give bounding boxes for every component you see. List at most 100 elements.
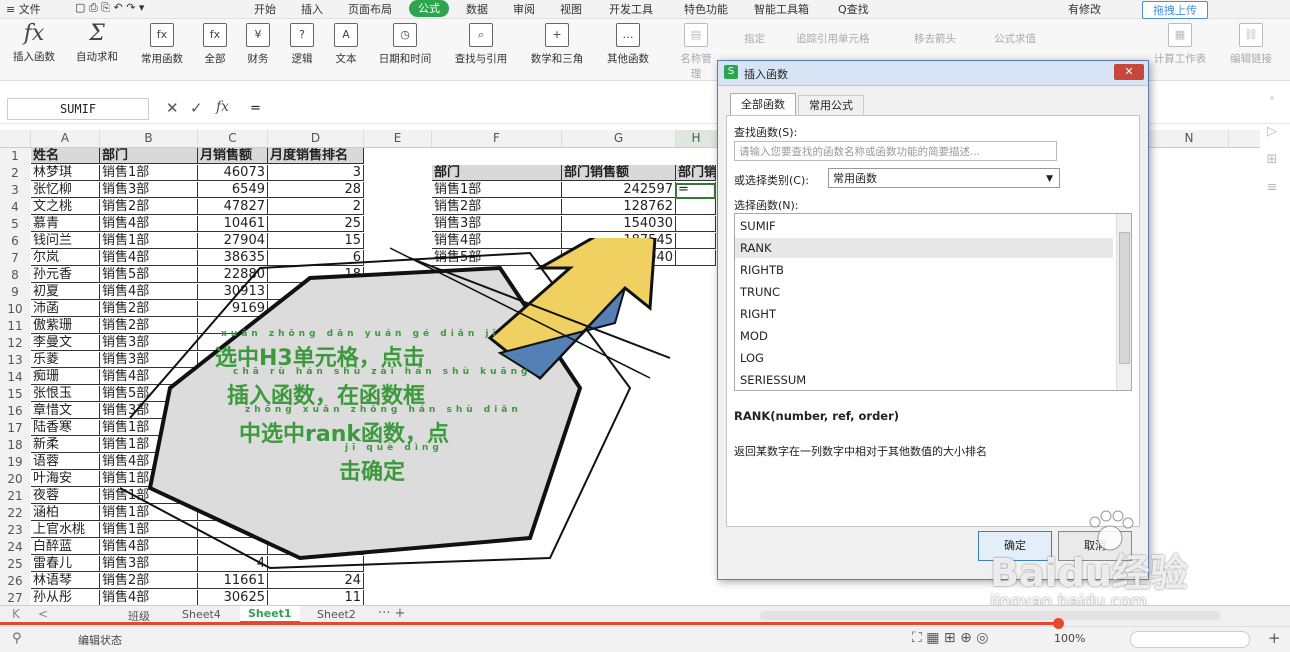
sheet-tab-sheet4[interactable]: Sheet4 bbox=[182, 608, 221, 621]
prev-sheet-icon[interactable]: < bbox=[38, 607, 48, 621]
function-item-log[interactable]: LOG bbox=[740, 351, 764, 365]
row-header[interactable]: 17 bbox=[0, 420, 30, 438]
tab-developer[interactable]: 开发工具 bbox=[609, 1, 653, 17]
row-header[interactable]: 22 bbox=[0, 505, 30, 523]
table-cell[interactable]: 叶海安 bbox=[31, 471, 100, 487]
file-menu[interactable]: ≡ 文件 bbox=[6, 1, 41, 17]
finance-button[interactable]: ¥ 财务 bbox=[240, 23, 276, 66]
table-cell[interactable]: 涵柏 bbox=[31, 505, 100, 521]
column-header-a[interactable]: A bbox=[31, 130, 100, 147]
view-mode-icons[interactable]: ⛶ ▦ ⊞ ⊕ ◎ bbox=[912, 630, 989, 646]
column-header-g[interactable]: G bbox=[562, 130, 676, 147]
table-cell[interactable]: 6549 bbox=[198, 182, 268, 198]
other-functions-button[interactable]: … 其他函数 bbox=[598, 23, 658, 66]
function-item-trunc[interactable]: TRUNC bbox=[740, 285, 780, 299]
video-progress-handle[interactable] bbox=[1053, 618, 1064, 629]
more-sheets-icon[interactable]: ··· + bbox=[378, 606, 405, 621]
side-collapse-icon[interactable]: ˄ bbox=[1262, 90, 1282, 118]
table-cell[interactable]: 尔岚 bbox=[31, 250, 100, 266]
dept-cell[interactable] bbox=[676, 216, 716, 232]
table-header-cell[interactable]: 月度销售排名 bbox=[268, 148, 364, 164]
row-header[interactable]: 3 bbox=[0, 182, 30, 200]
table-cell[interactable]: 沛菡 bbox=[31, 301, 100, 317]
tab-insert[interactable]: 插入 bbox=[301, 1, 323, 17]
row-header[interactable]: 7 bbox=[0, 250, 30, 268]
row-header[interactable]: 25 bbox=[0, 556, 30, 574]
table-cell[interactable]: 章惜文 bbox=[31, 403, 100, 419]
table-cell[interactable]: 新柔 bbox=[31, 437, 100, 453]
row-header[interactable]: 2 bbox=[0, 165, 30, 183]
function-item-right[interactable]: RIGHT bbox=[740, 307, 776, 321]
remove-arrows-button[interactable]: 移去箭头 bbox=[914, 31, 956, 46]
column-header-e[interactable]: E bbox=[364, 130, 432, 147]
table-cell[interactable]: 25 bbox=[268, 216, 364, 232]
function-item-rank[interactable]: RANK bbox=[740, 241, 772, 255]
table-cell[interactable]: 夜蓉 bbox=[31, 488, 100, 504]
row-header[interactable]: 19 bbox=[0, 454, 30, 472]
dept-cell[interactable]: 销售1部 bbox=[432, 182, 562, 198]
tab-formulas[interactable]: 公式 bbox=[409, 0, 449, 17]
function-item-mod[interactable]: MOD bbox=[740, 329, 768, 343]
table-cell[interactable]: 孙元香 bbox=[31, 267, 100, 283]
row-header[interactable]: 18 bbox=[0, 437, 30, 455]
confirm-icon[interactable]: ✓ bbox=[190, 99, 203, 117]
tab-all-functions[interactable]: 全部函数 bbox=[730, 93, 796, 116]
dept-header-cell[interactable]: 部门销 bbox=[676, 165, 716, 181]
name-manager-button[interactable]: ▤ 名称管理 bbox=[676, 23, 716, 81]
table-cell[interactable]: 乐菱 bbox=[31, 352, 100, 368]
table-cell[interactable]: 李曼文 bbox=[31, 335, 100, 351]
scrollbar-thumb[interactable] bbox=[1119, 232, 1130, 364]
fx-icon[interactable]: fx bbox=[216, 99, 229, 115]
row-header[interactable]: 23 bbox=[0, 522, 30, 540]
cancel-icon[interactable]: ✕ bbox=[166, 99, 179, 117]
table-cell[interactable]: 2 bbox=[268, 199, 364, 215]
trace-precedents-button[interactable]: 追踪引用单元格 bbox=[796, 31, 870, 46]
tab-view[interactable]: 视图 bbox=[560, 1, 582, 17]
column-header-b[interactable]: B bbox=[100, 130, 198, 147]
cloud-status[interactable]: 有修改 bbox=[1068, 1, 1101, 17]
row-header[interactable]: 9 bbox=[0, 284, 30, 302]
tab-features[interactable]: 特色功能 bbox=[684, 1, 728, 17]
dept-cell[interactable]: 242597 bbox=[562, 182, 676, 198]
table-cell[interactable]: 钱问兰 bbox=[31, 233, 100, 249]
table-header-cell[interactable]: 月销售额 bbox=[198, 148, 268, 164]
table-cell[interactable]: 林梦琪 bbox=[31, 165, 100, 181]
tab-smart-tools[interactable]: 智能工具箱 bbox=[754, 1, 809, 17]
formula-input[interactable]: = bbox=[250, 101, 261, 116]
table-cell[interactable]: 46073 bbox=[198, 165, 268, 181]
row-header[interactable]: 10 bbox=[0, 301, 30, 319]
table-cell[interactable]: 林语琴 bbox=[31, 573, 100, 589]
evaluate-formula-button[interactable]: 公式求值 bbox=[994, 31, 1036, 46]
lookup-button[interactable]: ⌕ 查找与引用 bbox=[446, 23, 516, 66]
edit-links-button[interactable]: ⛓ 编辑链接 bbox=[1226, 23, 1276, 66]
side-select-icon[interactable]: ▷ bbox=[1262, 118, 1282, 146]
row-header[interactable]: 6 bbox=[0, 233, 30, 251]
quick-access-icons[interactable]: ▢ ⎙ ⎘ ↶ ↷ ▾ bbox=[75, 1, 144, 15]
tab-home[interactable]: 开始 bbox=[254, 1, 276, 17]
table-header-cell[interactable]: 部门 bbox=[100, 148, 198, 164]
dept-cell[interactable]: 128762 bbox=[562, 199, 676, 215]
tab-page-layout[interactable]: 页面布局 bbox=[348, 1, 392, 17]
table-cell[interactable]: 销售2部 bbox=[100, 199, 198, 215]
row-header[interactable]: 5 bbox=[0, 216, 30, 234]
tab-data[interactable]: 数据 bbox=[466, 1, 488, 17]
row-header[interactable]: 26 bbox=[0, 573, 30, 591]
tab-common-formulas[interactable]: 常用公式 bbox=[798, 95, 864, 117]
table-cell[interactable]: 销售4部 bbox=[100, 216, 198, 232]
tab-review[interactable]: 审阅 bbox=[513, 1, 535, 17]
table-cell[interactable]: 47827 bbox=[198, 199, 268, 215]
specify-button[interactable]: 指定 bbox=[744, 31, 765, 46]
select-all-corner[interactable] bbox=[0, 130, 31, 147]
table-cell[interactable]: 痴珊 bbox=[31, 369, 100, 385]
function-item-rightb[interactable]: RIGHTB bbox=[740, 263, 784, 277]
row-header[interactable]: 15 bbox=[0, 386, 30, 404]
table-cell[interactable]: 傲紫珊 bbox=[31, 318, 100, 334]
row-header[interactable]: 4 bbox=[0, 199, 30, 217]
table-cell[interactable]: 销售3部 bbox=[100, 182, 198, 198]
row-header[interactable]: 20 bbox=[0, 471, 30, 489]
dept-cell[interactable] bbox=[676, 199, 716, 215]
zoom-level[interactable]: 100% bbox=[1054, 632, 1085, 645]
dept-header-cell[interactable]: 部门销售额 bbox=[562, 165, 676, 181]
dept-cell[interactable]: 154030 bbox=[562, 216, 676, 232]
column-header-h[interactable]: H bbox=[676, 130, 717, 147]
